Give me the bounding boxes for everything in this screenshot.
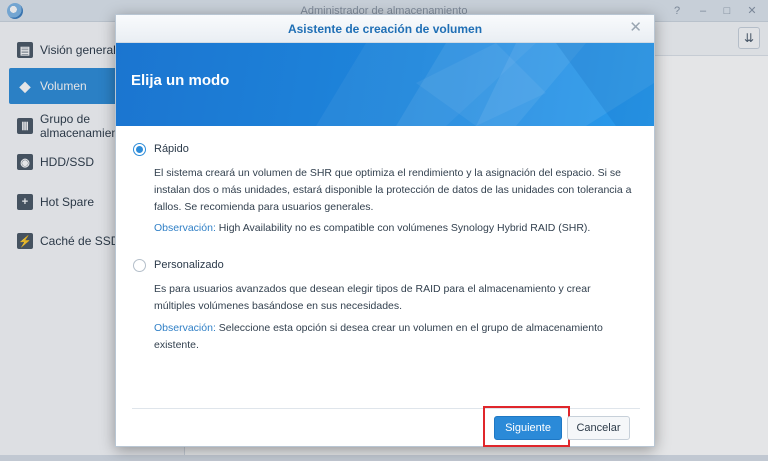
wizard-heading: Elija un modo — [131, 72, 230, 89]
note-text: Seleccione esta opción si desea crear un… — [154, 322, 603, 351]
radio-personalizado[interactable] — [133, 259, 146, 272]
radio-rapido[interactable] — [133, 143, 146, 156]
note-key: Observación: — [154, 322, 216, 334]
option-rapido-description: El sistema creará un volumen de SHR que … — [154, 167, 632, 213]
option-personalizado-note: Observación: Seleccione esta opción si d… — [154, 320, 624, 354]
option-rapido[interactable]: Rápido — [133, 143, 633, 159]
option-personalizado-description: Es para usuarios avanzados que desean el… — [154, 283, 591, 312]
note-text: High Availability no es compatible con v… — [215, 222, 591, 234]
option-personalizado-label: Personalizado — [154, 259, 224, 271]
cancel-button[interactable]: Cancelar — [567, 416, 630, 440]
volume-wizard-dialog: Asistente de creación de volumen ✕ Elija… — [115, 14, 655, 447]
dialog-title: Asistente de creación de volumen — [287, 22, 483, 36]
close-icon[interactable]: ✕ — [629, 20, 642, 36]
wizard-banner: Elija un modo — [116, 43, 654, 126]
option-personalizado[interactable]: Personalizado — [133, 259, 633, 275]
option-rapido-note: Observación: High Availability no es com… — [154, 220, 634, 237]
dialog-header: Asistente de creación de volumen ✕ — [116, 15, 654, 43]
option-rapido-label: Rápido — [154, 143, 189, 155]
note-key: Observación: — [154, 222, 216, 234]
next-button[interactable]: Siguiente — [494, 416, 562, 440]
